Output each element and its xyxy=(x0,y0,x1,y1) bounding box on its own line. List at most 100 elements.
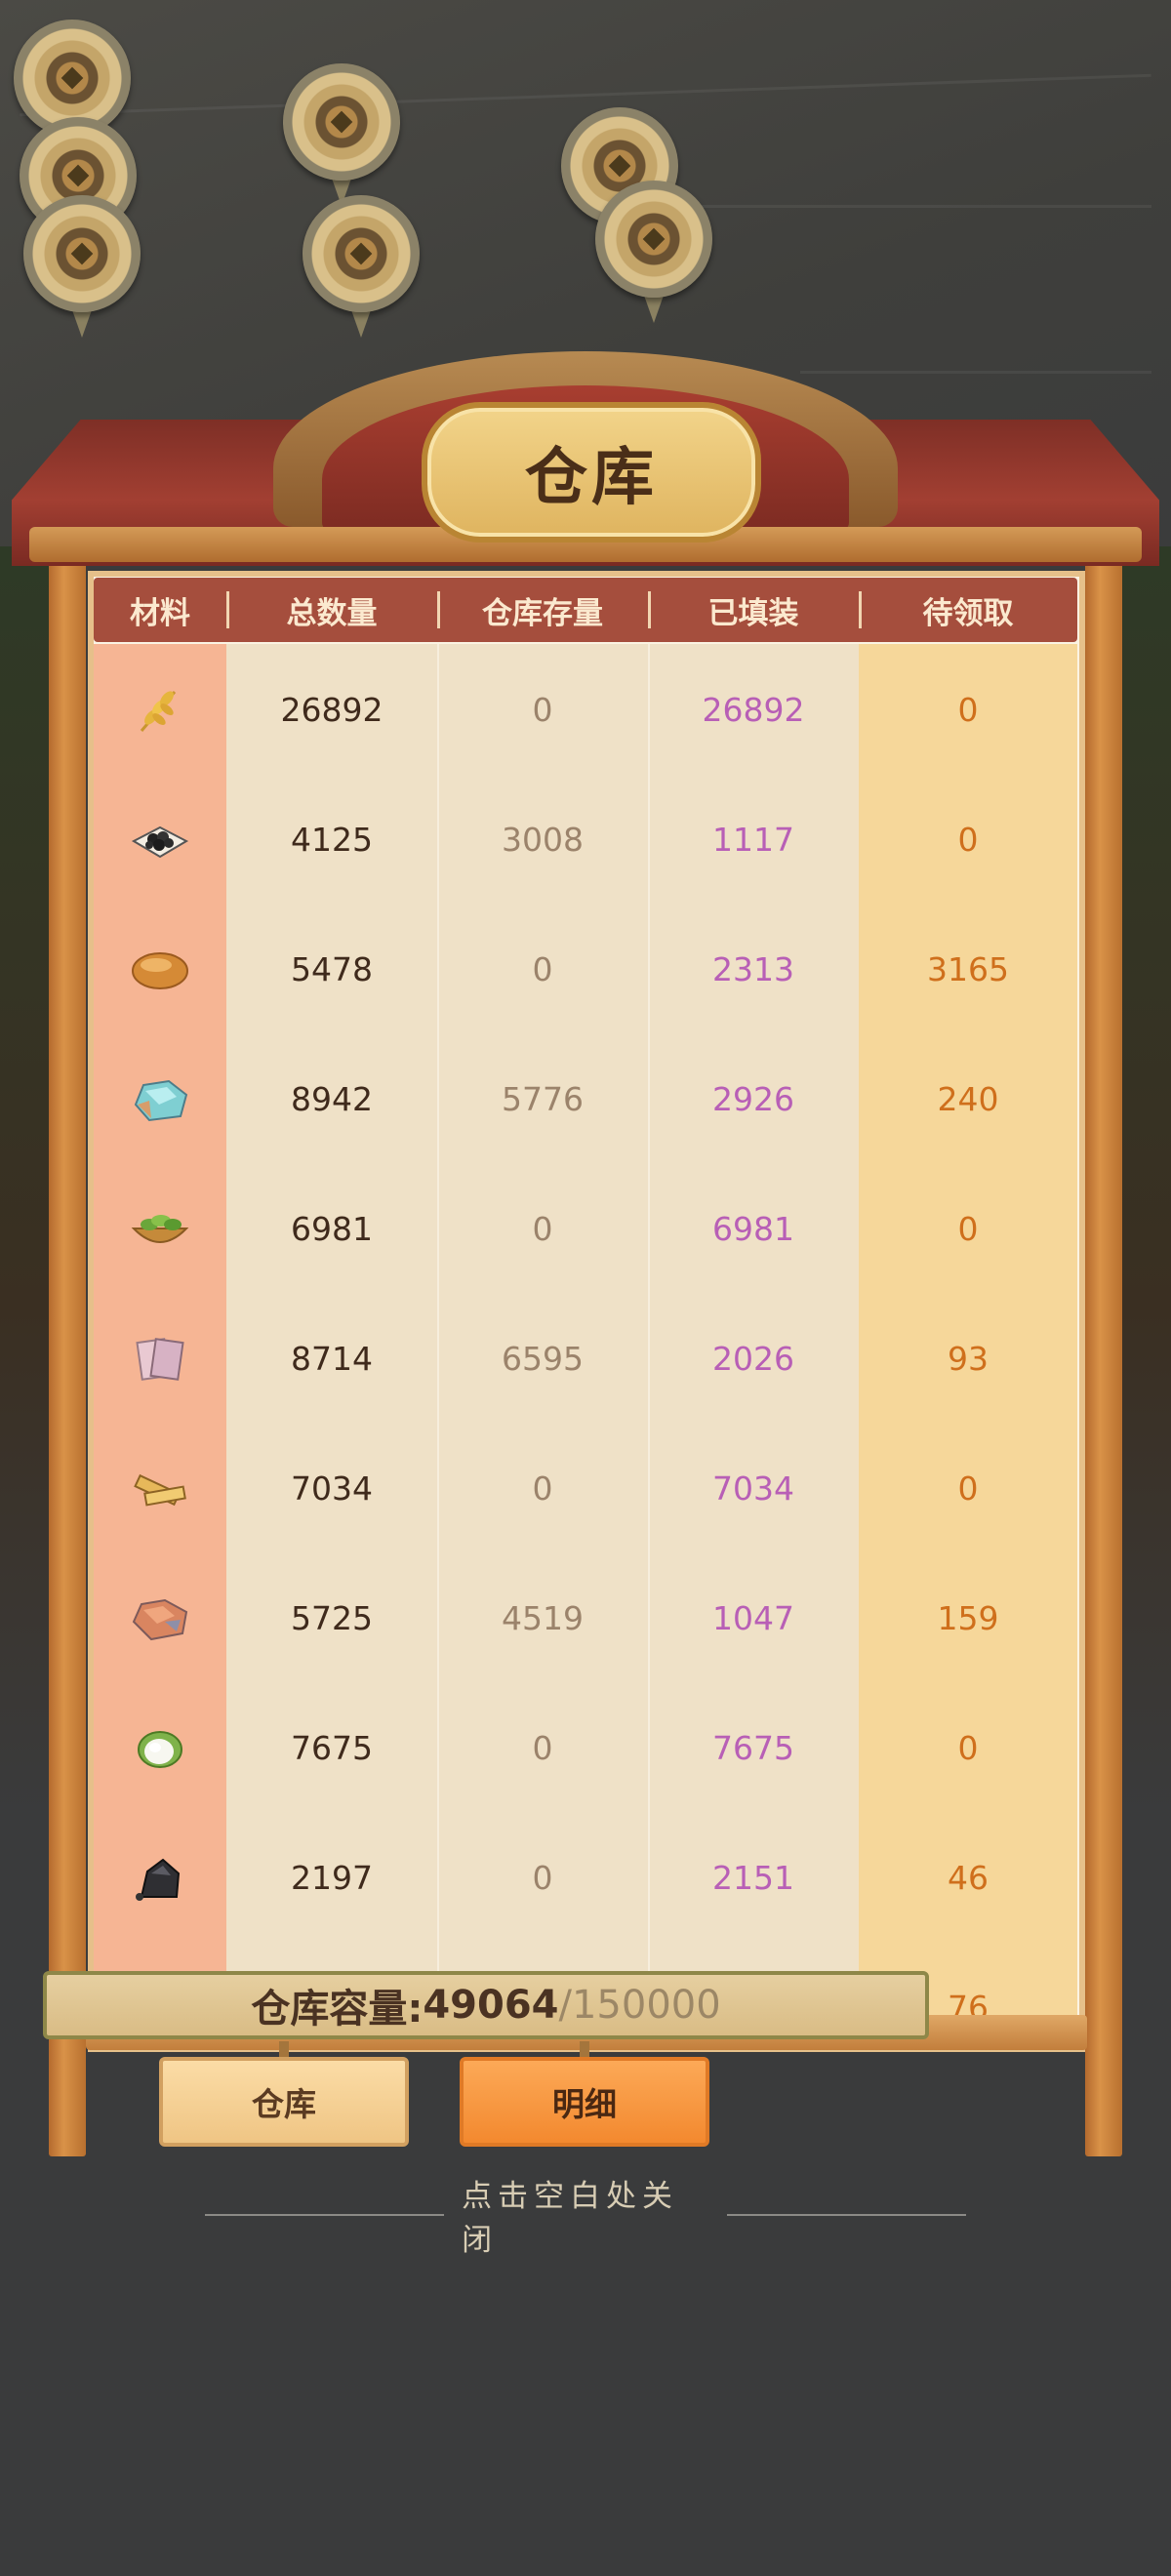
panel-post-right xyxy=(1085,561,1122,2156)
pending-cell: 0 xyxy=(957,1729,979,1767)
coin-marker[interactable] xyxy=(283,63,400,210)
stock-cell: 0 xyxy=(532,1210,553,1248)
coin-icon xyxy=(303,195,420,312)
pending-cell: 93 xyxy=(948,1340,989,1378)
table-row[interactable]: 5478 0 2313 3165 xyxy=(94,905,1077,1034)
header-filled: 已填装 xyxy=(648,578,859,642)
iron-ore-icon xyxy=(136,1858,181,1901)
total-cell: 7034 xyxy=(291,1469,373,1508)
page-title: 仓库 xyxy=(525,442,658,514)
filled-cell: 7034 xyxy=(712,1469,794,1508)
jade-ore-icon xyxy=(134,1079,188,1121)
stock-cell: 0 xyxy=(532,1469,553,1508)
table-row[interactable]: 5725 4519 1047 159 xyxy=(94,1553,1077,1683)
stock-cell: 0 xyxy=(532,1729,553,1767)
warehouse-tab-button[interactable]: 仓库 xyxy=(159,2057,409,2147)
table-row[interactable]: 2197 0 2151 46 xyxy=(94,1813,1077,1943)
coin-icon xyxy=(595,181,712,298)
header-stock: 仓库存量 xyxy=(437,578,648,642)
wheat-icon xyxy=(140,690,177,732)
filled-cell: 7675 xyxy=(712,1729,794,1767)
header-total: 总数量 xyxy=(226,578,437,642)
close-hint[interactable]: 点击空白处关闭 xyxy=(205,2179,966,2258)
capacity-bar: 仓库容量: 49064 /150000 xyxy=(43,1971,929,2039)
bread-icon xyxy=(132,951,188,989)
material-cell xyxy=(94,1553,226,1683)
material-cell xyxy=(94,905,226,1034)
pending-cell: 46 xyxy=(948,1859,989,1897)
filled-cell: 2926 xyxy=(712,1080,794,1118)
material-cell xyxy=(94,1164,226,1294)
table-row[interactable]: 7675 0 7675 0 xyxy=(94,1683,1077,1813)
coin-marker[interactable] xyxy=(303,195,420,342)
paper-sheets-icon xyxy=(136,1337,184,1381)
road-line xyxy=(800,371,1151,374)
total-cell: 4125 xyxy=(291,821,373,859)
material-cell xyxy=(94,1813,226,1943)
pending-cell: 240 xyxy=(937,1080,999,1118)
stock-cell: 0 xyxy=(532,691,553,729)
pending-cell: 0 xyxy=(957,691,979,729)
detail-tab-button[interactable]: 明细 xyxy=(460,2057,709,2147)
table-row[interactable]: 7034 0 7034 0 xyxy=(94,1424,1077,1553)
header-pending: 待领取 xyxy=(859,578,1077,642)
road-line xyxy=(683,205,1151,208)
pending-cell: 3165 xyxy=(927,950,1009,988)
coal-icon xyxy=(131,825,189,858)
total-cell: 5725 xyxy=(291,1599,373,1637)
table-header: 材料 总数量 仓库存量 已填装 待领取 xyxy=(94,578,1077,642)
stock-cell: 4519 xyxy=(502,1599,584,1637)
total-cell: 5478 xyxy=(291,950,373,988)
material-cell xyxy=(94,1683,226,1813)
wood-planks-icon xyxy=(134,1473,186,1507)
total-cell: 2197 xyxy=(291,1859,373,1897)
pending-cell: 159 xyxy=(937,1599,999,1637)
divider-line xyxy=(726,2214,966,2216)
close-hint-text: 点击空白处关闭 xyxy=(462,2179,679,2258)
coin-marker[interactable] xyxy=(23,195,141,342)
pending-cell: 0 xyxy=(957,1469,979,1508)
material-cell xyxy=(94,1294,226,1424)
material-cell xyxy=(94,775,226,905)
divider-line xyxy=(205,2214,445,2216)
filled-cell: 26892 xyxy=(702,691,805,729)
filled-cell: 6981 xyxy=(712,1210,794,1248)
capacity-label: 仓库容量: xyxy=(251,1987,424,2032)
table-row[interactable]: 8714 6595 2026 93 xyxy=(94,1294,1077,1424)
total-cell: 6981 xyxy=(291,1210,373,1248)
pending-cell: 0 xyxy=(957,821,979,859)
filled-cell: 1047 xyxy=(712,1599,794,1637)
total-cell: 8942 xyxy=(291,1080,373,1118)
stock-cell: 6595 xyxy=(502,1340,584,1378)
filled-cell: 2151 xyxy=(712,1859,794,1897)
stock-cell: 3008 xyxy=(502,821,584,859)
coin-icon xyxy=(283,63,400,181)
material-cell xyxy=(94,1034,226,1164)
stock-cell: 0 xyxy=(532,950,553,988)
vegetable-bowl-icon xyxy=(131,1214,189,1243)
filled-cell: 2313 xyxy=(712,950,794,988)
total-cell: 7675 xyxy=(291,1729,373,1767)
title-plaque: 仓库 xyxy=(422,402,761,543)
stock-cell: 5776 xyxy=(502,1080,584,1118)
header-material: 材料 xyxy=(130,595,190,631)
table-row[interactable]: 6981 0 6981 0 xyxy=(94,1164,1077,1294)
total-cell: 8714 xyxy=(291,1340,373,1378)
filled-cell: 2026 xyxy=(712,1340,794,1378)
cotton-icon xyxy=(138,1730,182,1768)
materials-table[interactable]: 材料 总数量 仓库存量 已填装 待领取 26892 0 26892 0 4125… xyxy=(94,578,1077,2016)
copper-ore-icon xyxy=(132,1598,188,1640)
capacity-current: 49064 xyxy=(423,1983,559,2028)
material-cell xyxy=(94,1424,226,1553)
total-cell: 26892 xyxy=(280,691,384,729)
panel-post-left xyxy=(49,561,86,2156)
table-row[interactable]: 4125 3008 1117 0 xyxy=(94,775,1077,905)
coin-marker[interactable] xyxy=(595,181,712,327)
coin-icon xyxy=(23,195,141,312)
filled-cell: 1117 xyxy=(712,821,794,859)
table-row[interactable]: 8942 5776 2926 240 xyxy=(94,1034,1077,1164)
stock-cell: 0 xyxy=(532,1859,553,1897)
table-row[interactable]: 26892 0 26892 0 xyxy=(94,645,1077,775)
material-cell xyxy=(94,645,226,775)
pending-cell: 0 xyxy=(957,1210,979,1248)
